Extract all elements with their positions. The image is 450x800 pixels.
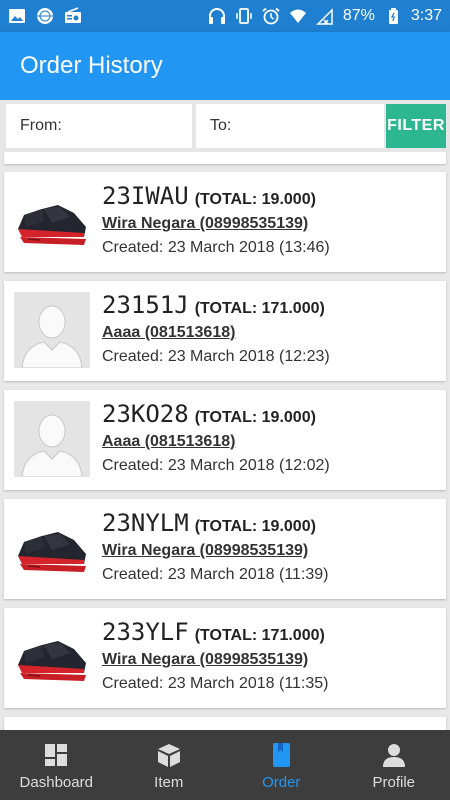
dashboard-icon bbox=[45, 744, 68, 766]
headphones-icon bbox=[208, 8, 225, 24]
filter-button[interactable]: FILTER bbox=[386, 104, 446, 148]
customer-link[interactable]: Wira Negara (08998535139) bbox=[102, 651, 442, 669]
to-date-label: To: bbox=[210, 117, 232, 134]
order-total: (TOTAL: 171.000) bbox=[194, 627, 325, 644]
radio-icon bbox=[65, 7, 81, 23]
nav-label: Order bbox=[262, 774, 301, 791]
from-date-label: From: bbox=[20, 117, 62, 134]
order-card[interactable]: 23KO28 (TOTAL: 19.000) Aaaa (081513618) … bbox=[4, 390, 446, 490]
order-created-date: Created: 23 March 2018 (12:23) bbox=[102, 348, 330, 365]
order-card[interactable]: 23IWAU (TOTAL: 19.000) Wira Negara (0899… bbox=[4, 172, 446, 272]
order-code: 23NYLM bbox=[102, 509, 189, 537]
no-signal-icon bbox=[316, 8, 333, 25]
bottom-navigation: Dashboard Item Order Profile bbox=[0, 730, 450, 800]
order-created-date: Created: 23 March 2018 (11:35) bbox=[102, 675, 329, 692]
customer-link[interactable]: Wira Negara (08998535139) bbox=[102, 542, 442, 560]
customer-link[interactable]: Aaaa (081513618) bbox=[102, 433, 442, 451]
shoe-icon bbox=[18, 205, 86, 245]
avatar-placeholder-icon bbox=[14, 292, 90, 368]
battery-icon bbox=[388, 8, 398, 24]
customer-link[interactable]: Wira Negara (08998535139) bbox=[102, 215, 442, 233]
order-card[interactable]: 23NYLM (TOTAL: 19.000) Wira Negara (0899… bbox=[4, 499, 446, 599]
nav-order[interactable]: Order bbox=[225, 730, 338, 800]
order-total: (TOTAL: 19.000) bbox=[194, 409, 316, 426]
order-code: 23IWAU bbox=[102, 182, 189, 210]
vibrate-icon bbox=[236, 8, 252, 24]
book-icon bbox=[273, 743, 291, 767]
shoe-icon bbox=[18, 641, 86, 681]
nav-label: Item bbox=[154, 774, 184, 791]
app-bar: Order History bbox=[0, 32, 450, 100]
clock-time: 3:37 bbox=[410, 7, 442, 24]
person-icon bbox=[382, 744, 405, 767]
from-date-field[interactable]: From: bbox=[6, 104, 192, 148]
nav-label: Dashboard bbox=[19, 774, 93, 791]
list-item-partial bbox=[4, 152, 446, 164]
globe-icon bbox=[37, 8, 53, 24]
date-filter-bar: From: To: bbox=[0, 100, 450, 152]
box-icon bbox=[157, 744, 180, 767]
order-list[interactable]: 23IWAU (TOTAL: 19.000) Wira Negara (0899… bbox=[0, 152, 450, 730]
alarm-icon bbox=[262, 7, 280, 25]
order-total: (TOTAL: 19.000) bbox=[194, 191, 316, 208]
list-item-partial bbox=[4, 717, 446, 730]
customer-link[interactable]: Aaaa (081513618) bbox=[102, 324, 442, 342]
to-date-field[interactable]: To: bbox=[196, 104, 384, 148]
nav-profile[interactable]: Profile bbox=[338, 730, 450, 800]
battery-percent: 87% bbox=[342, 7, 375, 24]
order-total: (TOTAL: 19.000) bbox=[194, 518, 316, 535]
order-created-date: Created: 23 March 2018 (11:39) bbox=[102, 566, 329, 583]
image-icon bbox=[9, 9, 25, 23]
order-created-date: Created: 23 March 2018 (12:02) bbox=[102, 457, 330, 474]
nav-item[interactable]: Item bbox=[113, 730, 226, 800]
wifi-icon bbox=[289, 9, 306, 23]
order-card[interactable]: 233YLF (TOTAL: 171.000) Wira Negara (089… bbox=[4, 608, 446, 708]
nav-label: Profile bbox=[372, 774, 416, 791]
order-card[interactable]: 23151J (TOTAL: 171.000) Aaaa (081513618)… bbox=[4, 281, 446, 381]
status-bar: 87% 3:37 bbox=[0, 0, 450, 32]
order-created-date: Created: 23 March 2018 (13:46) bbox=[102, 239, 330, 256]
order-code: 23KO28 bbox=[102, 400, 189, 428]
order-code: 23151J bbox=[102, 291, 189, 319]
order-code: 233YLF bbox=[102, 618, 189, 646]
shoe-icon bbox=[18, 532, 86, 572]
avatar-placeholder-icon bbox=[14, 401, 90, 477]
page-title: Order History bbox=[20, 52, 163, 79]
order-total: (TOTAL: 171.000) bbox=[194, 300, 325, 317]
nav-dashboard[interactable]: Dashboard bbox=[0, 730, 113, 800]
